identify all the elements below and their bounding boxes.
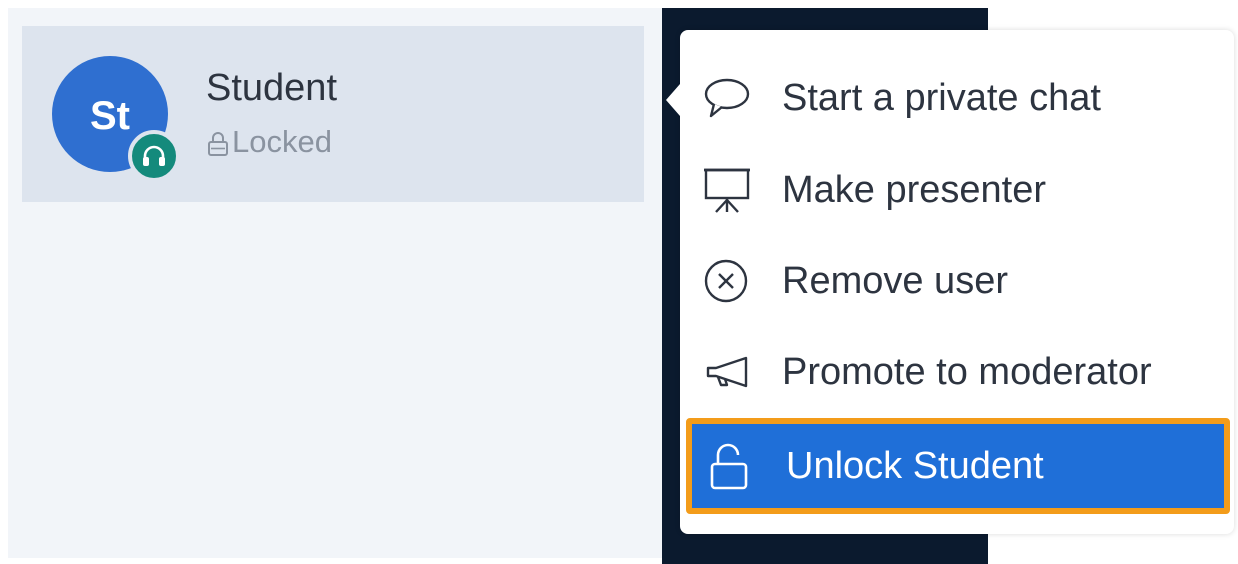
menu-item-label: Start a private chat <box>782 77 1101 119</box>
user-status: Locked <box>206 124 332 160</box>
menu-item-label: Promote to moderator <box>782 351 1152 393</box>
screen: St Student Locked Start a private chat M… <box>0 0 1238 564</box>
start-private-chat-item[interactable]: Start a private chat <box>680 54 1234 142</box>
presentation-board-icon <box>702 166 760 214</box>
user-list-item[interactable]: St Student Locked <box>22 26 644 202</box>
menu-pointer-arrow <box>666 84 680 116</box>
headset-icon <box>128 130 180 182</box>
user-options-menu: Start a private chat Make presenter Remo… <box>666 30 1234 534</box>
unlock-icon <box>706 442 764 490</box>
close-circle-icon <box>702 257 760 305</box>
user-name: Student <box>206 67 337 109</box>
lock-icon <box>206 127 230 157</box>
menu-item-label: Unlock Student <box>786 445 1044 487</box>
chat-bubble-icon <box>702 74 760 122</box>
promote-to-moderator-item[interactable]: Promote to moderator <box>680 328 1234 416</box>
make-presenter-item[interactable]: Make presenter <box>680 146 1234 234</box>
avatar-initials: St <box>90 93 130 138</box>
user-list-panel: St Student Locked <box>8 8 662 558</box>
megaphone-icon <box>702 348 760 396</box>
menu-item-label: Make presenter <box>782 169 1047 211</box>
remove-user-item[interactable]: Remove user <box>680 237 1234 325</box>
unlock-student-item[interactable]: Unlock Student <box>686 418 1230 514</box>
menu-item-label: Remove user <box>782 260 1008 302</box>
user-status-label: Locked <box>232 124 332 159</box>
